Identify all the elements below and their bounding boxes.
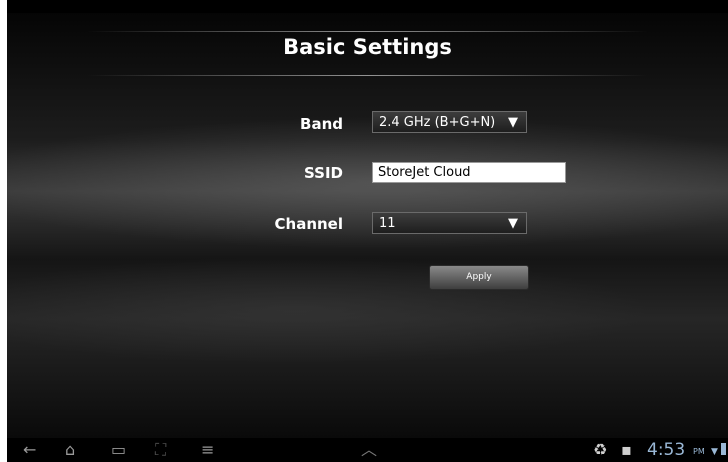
battery-icon bbox=[721, 443, 726, 455]
dropdown-arrow-icon: ▼ bbox=[508, 115, 518, 130]
apply-button[interactable]: Apply bbox=[429, 265, 529, 290]
back-icon[interactable]: ← bbox=[23, 442, 36, 458]
app-content: Basic Settings Band 2.4 GHz (B+G+N) ▼ SS… bbox=[7, 13, 728, 438]
page-title: Basic Settings bbox=[283, 35, 452, 59]
recent-apps-icon[interactable]: ▭ bbox=[111, 442, 126, 458]
dropdown-arrow-icon: ▼ bbox=[508, 216, 518, 231]
channel-dropdown[interactable]: 11 ▼ bbox=[372, 212, 527, 234]
chevron-up-icon[interactable]: ︿ bbox=[361, 442, 377, 458]
menu-icon[interactable]: ≡ bbox=[201, 442, 214, 458]
channel-label: Channel bbox=[274, 215, 343, 233]
screenshot-icon[interactable]: ⛶ bbox=[155, 442, 166, 458]
recycle-icon: ♻ bbox=[593, 440, 608, 459]
title-bar: Basic Settings bbox=[7, 31, 728, 77]
home-icon[interactable]: ⌂ bbox=[65, 442, 75, 458]
status-time: 4:53 bbox=[647, 440, 686, 460]
tablet-screen: Basic Settings Band 2.4 GHz (B+G+N) ▼ SS… bbox=[7, 0, 728, 462]
ssid-input[interactable] bbox=[372, 162, 566, 183]
status-ampm: PM bbox=[693, 447, 705, 456]
channel-selected-value: 11 bbox=[379, 216, 396, 231]
ssid-label: SSID bbox=[304, 164, 343, 182]
band-selected-value: 2.4 GHz (B+G+N) bbox=[379, 115, 496, 130]
title-divider-top bbox=[87, 31, 648, 32]
band-label: Band bbox=[300, 115, 343, 133]
band-dropdown[interactable]: 2.4 GHz (B+G+N) ▼ bbox=[372, 111, 527, 133]
title-divider-bottom bbox=[87, 75, 648, 76]
system-navigation-bar: ← ⌂ ▭ ⛶ ≡ ︿ ♻ ▪ 4:53 PM ▼ bbox=[7, 438, 728, 462]
shopping-bag-icon: ▪ bbox=[621, 440, 632, 459]
wifi-icon: ▼ bbox=[711, 447, 718, 457]
